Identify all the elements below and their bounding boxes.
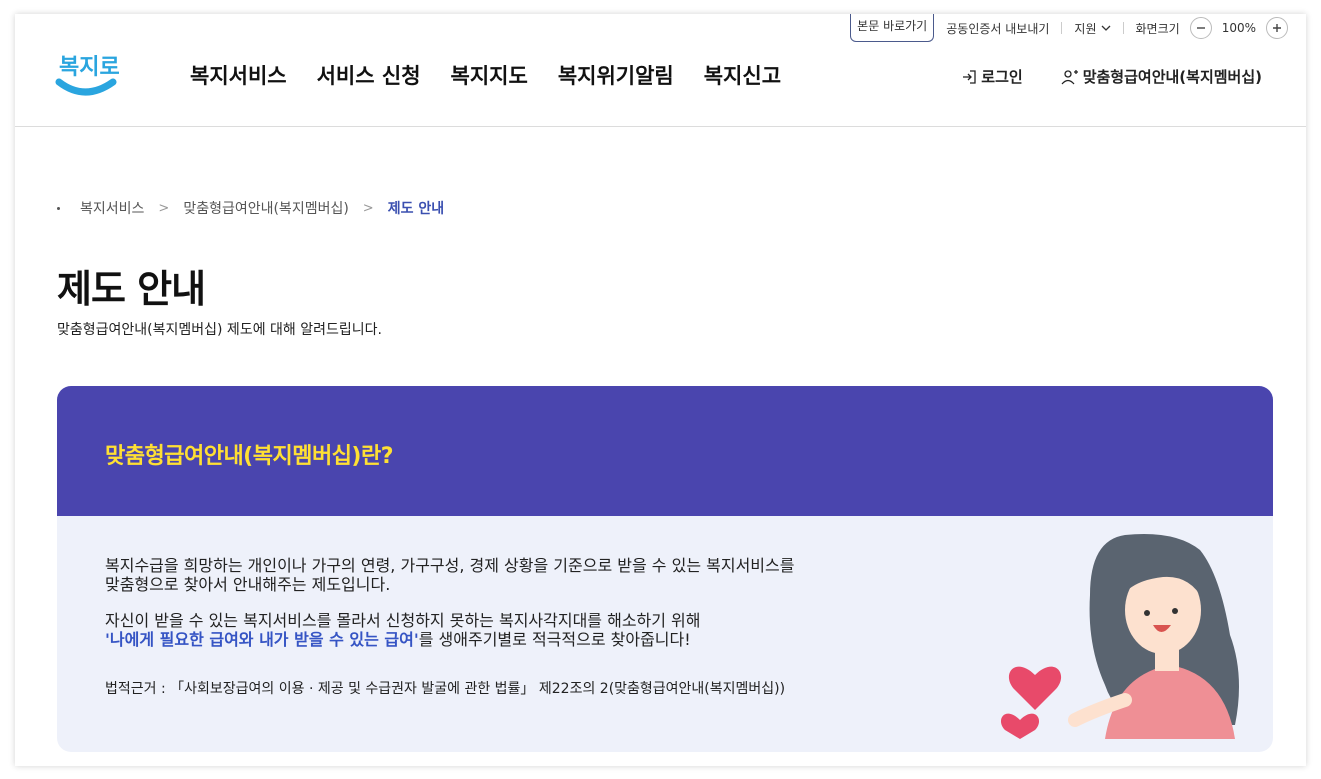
breadcrumb-item-current: 제도 안내	[387, 201, 445, 217]
support-label: 지원	[1074, 21, 1097, 36]
zoom-in-button[interactable]	[1266, 17, 1288, 39]
zoom-out-button[interactable]	[1189, 17, 1212, 39]
intro-line-2: 맞춤형으로 찾아서 안내해주는 제도입니다.	[105, 575, 391, 594]
purpose-rest: 를 생애주기별로 적극적으로 찾아줍니다!	[418, 630, 691, 649]
screen-size-label: 화면크기	[1135, 21, 1180, 36]
skip-to-content-link[interactable]: 본문 바로가기	[850, 14, 935, 42]
divider	[1122, 22, 1124, 34]
info-card-header: 맞춤형급여안내(복지멤버십)란?	[57, 386, 1273, 516]
cert-export-link[interactable]: 공동인증서 내보내기	[946, 20, 1049, 37]
support-dropdown[interactable]: 지원	[1074, 20, 1110, 37]
user-add-icon	[1061, 69, 1078, 84]
main-nav: 복지서비스 서비스 신청 복지지도 복지위기알림 복지신고	[190, 60, 781, 90]
info-card-heading: 맞춤형급여안내(복지멤버십)란?	[105, 444, 394, 469]
nav-item-welfare-services[interactable]: 복지서비스	[190, 60, 287, 90]
svg-text:복지로: 복지로	[59, 55, 119, 80]
breadcrumb-item-welfare-services[interactable]: 복지서비스	[80, 198, 144, 218]
utility-bar: 본문 바로가기 공동인증서 내보내기 지원 화면크기 100%	[850, 14, 1288, 42]
page-frame: 본문 바로가기 공동인증서 내보내기 지원 화면크기 100% 복지로 복지서비…	[15, 14, 1306, 766]
nav-item-welfare-report[interactable]: 복지신고	[704, 60, 781, 90]
breadcrumb: 복지서비스 > 맞춤형급여안내(복지멤버십) > 제도 안내	[57, 198, 444, 218]
site-header: 본문 바로가기 공동인증서 내보내기 지원 화면크기 100% 복지로 복지서비…	[15, 14, 1306, 127]
chevron-down-icon	[1101, 25, 1110, 31]
info-card: 맞춤형급여안내(복지멤버십)란? 복지수급을 희망하는 개인이나 가구의 연령,…	[57, 386, 1273, 752]
breadcrumb-bullet	[57, 206, 60, 210]
nav-item-welfare-map[interactable]: 복지지도	[451, 60, 528, 90]
bokjiro-logo-icon: 복지로	[55, 55, 120, 96]
zoom-level: 100%	[1221, 21, 1256, 35]
membership-link[interactable]: 맞춤형급여안내(복지멤버십)	[1061, 66, 1262, 87]
info-card-body: 복지수급을 희망하는 개인이나 가구의 연령, 가구구성, 경제 상황을 기준으…	[57, 516, 1273, 739]
page-title: 제도 안내	[57, 267, 206, 311]
woman-with-hearts-illustration	[1000, 534, 1239, 739]
login-icon	[963, 69, 976, 84]
divider	[1061, 22, 1063, 34]
nav-item-crisis-alert[interactable]: 복지위기알림	[558, 60, 674, 90]
site-logo[interactable]: 복지로	[55, 44, 120, 100]
chevron-right-icon: >	[158, 200, 170, 216]
login-link[interactable]: 로그인	[961, 66, 1023, 87]
chevron-right-icon: >	[362, 200, 374, 216]
membership-label: 맞춤형급여안내(복지멤버십)	[1082, 68, 1262, 86]
purpose-highlight: '나에게 필요한 급여와 내가 받을 수 있는 급여'	[105, 630, 419, 649]
minus-icon	[1196, 27, 1205, 29]
purpose-line-1: 자신이 받을 수 있는 복지서비스를 몰라서 신청하지 못하는 복지사각지대를 …	[105, 611, 701, 630]
intro-line-1: 복지수급을 희망하는 개인이나 가구의 연령, 가구구성, 경제 상황을 기준으…	[105, 556, 795, 575]
header-account-links: 로그인 맞춤형급여안내(복지멤버십)	[961, 66, 1262, 87]
page-subtitle: 맞춤형급여안내(복지멤버십) 제도에 대해 알려드립니다.	[57, 322, 382, 338]
plus-icon	[1273, 24, 1281, 32]
breadcrumb-item-membership[interactable]: 맞춤형급여안내(복지멤버십)	[183, 198, 348, 218]
nav-item-service-application[interactable]: 서비스 신청	[317, 60, 421, 90]
login-label: 로그인	[981, 68, 1023, 86]
